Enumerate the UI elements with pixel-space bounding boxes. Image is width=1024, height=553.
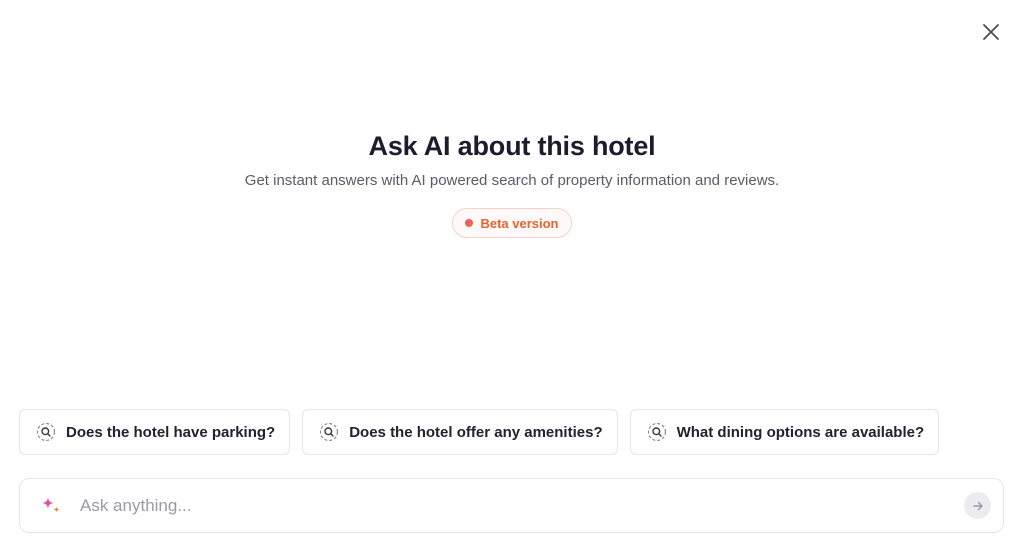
beta-badge: Beta version bbox=[452, 208, 572, 238]
ask-bar bbox=[19, 478, 1004, 533]
send-button[interactable] bbox=[964, 492, 991, 519]
suggestion-label: Does the hotel offer any amenities? bbox=[349, 423, 603, 441]
close-button[interactable] bbox=[979, 20, 1003, 44]
search-icon bbox=[647, 422, 667, 442]
beta-badge-label: Beta version bbox=[480, 215, 559, 231]
search-icon bbox=[319, 422, 339, 442]
hero-section: Ask AI about this hotel Get instant answ… bbox=[0, 128, 1024, 238]
sparkle-icon bbox=[38, 493, 64, 519]
page-subtitle: Get instant answers with AI powered sear… bbox=[244, 172, 780, 189]
suggested-questions: Does the hotel have parking? Does the ho… bbox=[19, 409, 940, 455]
suggestion-label: Does the hotel have parking? bbox=[66, 423, 276, 441]
ask-input[interactable] bbox=[78, 489, 950, 522]
ask-ai-modal: Ask AI about this hotel Get instant answ… bbox=[0, 0, 1024, 553]
suggestion-chip-dining[interactable]: What dining options are available? bbox=[629, 409, 940, 455]
arrow-right-icon bbox=[972, 501, 983, 510]
suggestion-chip-parking[interactable]: Does the hotel have parking? bbox=[19, 409, 291, 455]
search-icon bbox=[36, 422, 56, 442]
close-icon bbox=[983, 24, 999, 40]
status-dot-icon bbox=[465, 219, 474, 227]
suggestion-chip-amenities[interactable]: Does the hotel offer any amenities? bbox=[302, 409, 618, 455]
page-title: Ask AI about this hotel bbox=[368, 131, 656, 161]
suggestion-label: What dining options are available? bbox=[676, 423, 925, 441]
